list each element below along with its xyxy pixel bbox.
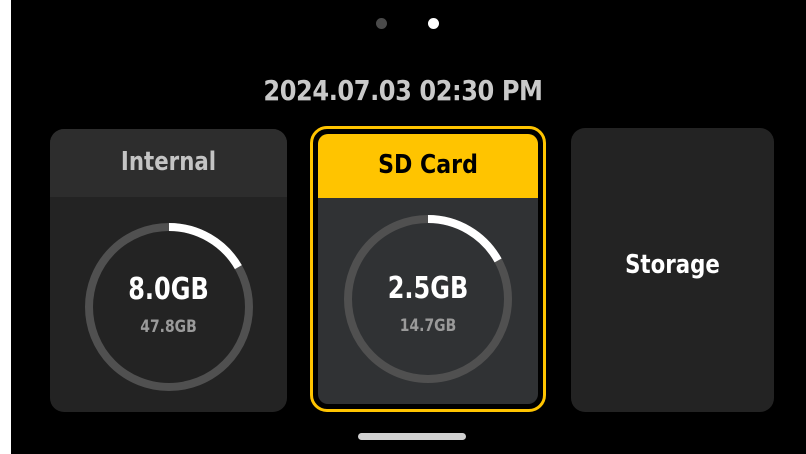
card-title: Storage (625, 250, 720, 280)
home-indicator-bar[interactable] (358, 433, 466, 440)
card-title: SD Card (378, 150, 478, 180)
used-value: 8.0GB (128, 272, 209, 307)
datetime-label: 2024.07.03 02:30 PM (263, 74, 543, 107)
card-header: SD Card (318, 134, 538, 198)
page-indicator (376, 18, 439, 34)
total-value: 47.8GB (140, 317, 197, 337)
total-value: 14.7GB (399, 316, 457, 336)
card-header: Internal (50, 129, 287, 197)
storage-settings-card[interactable]: Storage (571, 128, 774, 412)
internal-storage-card[interactable]: Internal 8.0GB 47.8GB (50, 129, 287, 412)
page-dot-2-active[interactable] (428, 18, 439, 29)
page-dot-1[interactable] (376, 18, 387, 29)
card-title: Internal (120, 147, 217, 177)
used-value: 2.5GB (387, 271, 469, 306)
usage-ring (85, 223, 253, 391)
sd-card-storage-card[interactable]: SD Card 2.5GB 14.7GB (318, 134, 538, 404)
ring-progress (427, 215, 502, 263)
ring-progress (168, 223, 242, 270)
